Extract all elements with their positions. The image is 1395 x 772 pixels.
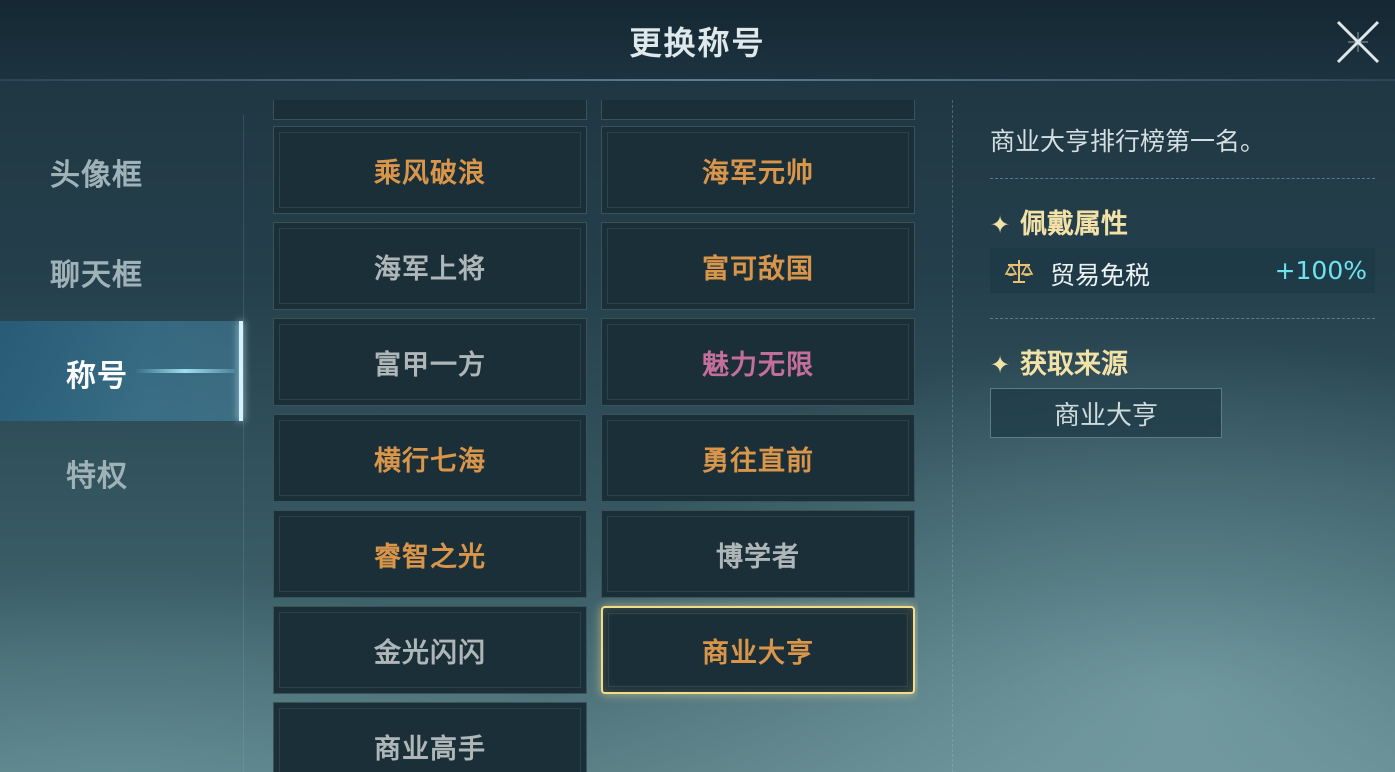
active-highlight-streak (135, 369, 235, 373)
title-grid[interactable]: 乘风破浪 海军元帅 海军上将 富可敌国 富甲一方 魅力无限 横行七海 勇往直前 … (273, 100, 918, 772)
title-tile-label: 乘风破浪 (374, 157, 486, 189)
title-tile[interactable]: 睿智之光 (273, 510, 587, 598)
attributes-heading: ✦ 佩戴属性 (990, 202, 1128, 241)
title-tile-partial[interactable] (273, 100, 587, 120)
source-heading-text: 获取来源 (1020, 349, 1128, 380)
detail-divider (952, 100, 953, 772)
page-title: 更换称号 (629, 24, 766, 62)
sidebar-item-title[interactable]: 称号 (0, 321, 243, 421)
close-x-icon (1336, 20, 1380, 64)
title-tile-label: 博学者 (716, 541, 800, 573)
title-tile-label: 海军上将 (374, 253, 486, 285)
title-tile[interactable]: 勇往直前 (601, 414, 915, 502)
title-tile-label: 勇往直前 (702, 445, 814, 477)
scale-balance-icon (1004, 260, 1034, 283)
sidebar-item-label: 头像框 (50, 158, 143, 193)
header-divider (0, 79, 1395, 81)
attribute-value: +100% (1274, 256, 1367, 285)
title-tile-label: 睿智之光 (374, 541, 486, 573)
sidebar-item-chat-frame[interactable]: 聊天框 (0, 220, 243, 320)
title-tile[interactable]: 富甲一方 (273, 318, 587, 406)
title-tile-label: 商业大亨 (702, 637, 814, 669)
title-tile-selected[interactable]: 商业大亨 (601, 606, 915, 694)
title-tile[interactable]: 金光闪闪 (273, 606, 587, 694)
dashed-separator (990, 178, 1375, 179)
title-tile[interactable]: 魅力无限 (601, 318, 915, 406)
title-tile[interactable]: 商业高手 (273, 702, 587, 772)
title-tile[interactable]: 富可敌国 (601, 222, 915, 310)
sidebar-item-label: 特权 (66, 459, 128, 494)
title-tile-label: 魅力无限 (702, 349, 814, 381)
sidebar-item-label: 聊天框 (50, 258, 143, 293)
close-button[interactable] (1334, 18, 1382, 66)
attribute-name: 贸易免税 (1050, 261, 1151, 290)
title-tile-label: 商业高手 (374, 733, 486, 765)
title-tile-label: 横行七海 (374, 445, 486, 477)
sidebar-item-privilege[interactable]: 特权 (0, 421, 243, 521)
title-tile-label: 富可敌国 (702, 253, 814, 285)
dashed-separator (990, 318, 1375, 319)
title-tile-label: 富甲一方 (374, 349, 486, 381)
sidebar-item-label: 称号 (66, 359, 128, 394)
title-description: 商业大亨排行榜第一名。 (990, 127, 1266, 156)
sidebar-divider (243, 115, 244, 772)
title-tile[interactable]: 乘风破浪 (273, 126, 587, 214)
title-tile[interactable]: 横行七海 (273, 414, 587, 502)
attributes-heading-text: 佩戴属性 (1020, 209, 1128, 240)
source-button[interactable]: 商业大亨 (990, 388, 1222, 438)
title-tile-partial[interactable] (601, 100, 915, 120)
title-tile-label: 金光闪闪 (374, 637, 486, 669)
title-tile-label: 海军元帅 (702, 157, 814, 189)
sparkle-star-icon: ✦ (990, 211, 1011, 239)
source-heading: ✦ 获取来源 (990, 342, 1128, 381)
sidebar-item-avatar-frame[interactable]: 头像框 (0, 120, 243, 220)
title-tile[interactable]: 博学者 (601, 510, 915, 598)
sparkle-star-icon: ✦ (990, 351, 1011, 379)
attribute-row: 贸易免税 +100% (990, 248, 1375, 293)
title-tile[interactable]: 海军元帅 (601, 126, 915, 214)
title-tile[interactable]: 海军上将 (273, 222, 587, 310)
